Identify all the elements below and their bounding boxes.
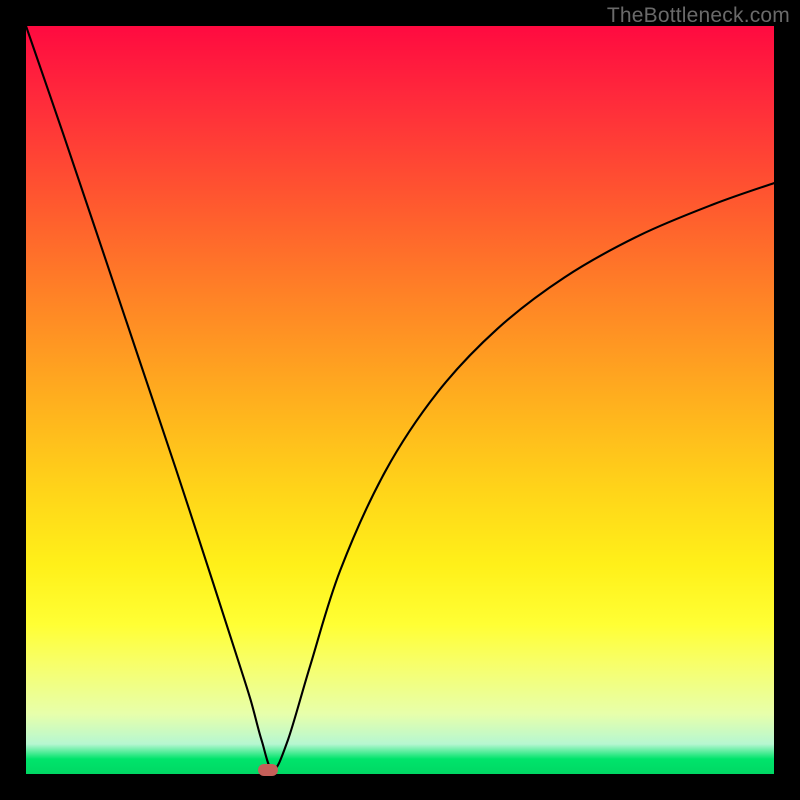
chart-plot-area [26,26,774,774]
optimum-marker [258,764,278,776]
bottleneck-curve [26,26,774,774]
watermark-text: TheBottleneck.com [607,4,790,28]
